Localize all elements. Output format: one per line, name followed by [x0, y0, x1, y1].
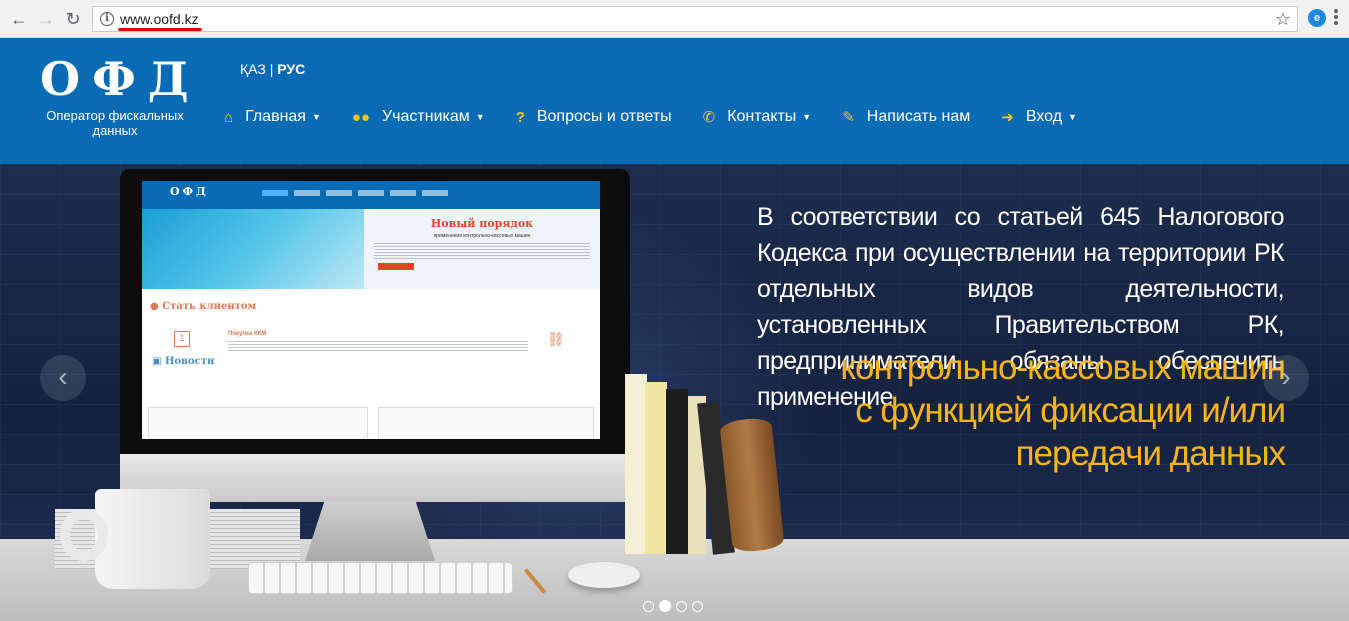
- home-icon: ⌂: [224, 108, 234, 126]
- screen-news-title: ▣ Новости: [152, 356, 215, 367]
- slider-dot[interactable]: [692, 600, 703, 612]
- screen-news-title-text: Новости: [164, 356, 215, 367]
- hero-accent-line: контрольно-кассовых машин: [840, 348, 1286, 387]
- keyboard-image: [248, 562, 513, 594]
- screen-section-title-text: Стать клиентом: [162, 301, 257, 312]
- screen-slide-subtitle: применения контрольно-кассовых машин: [433, 233, 531, 239]
- book-image: [625, 374, 647, 554]
- caret-down-icon: ▼: [1068, 112, 1077, 122]
- extension-icon[interactable]: e: [1308, 9, 1326, 27]
- forward-arrow-icon[interactable]: →: [35, 8, 57, 30]
- sign-in-icon: ➜: [1001, 109, 1014, 126]
- slider-dots: [643, 600, 703, 612]
- mouse-image: [568, 562, 640, 588]
- logo-subtitle: Оператор фискальных данных: [46, 108, 184, 138]
- nav-item-participants[interactable]: ●● Участникам ▼: [352, 108, 485, 126]
- menu-icon[interactable]: [1333, 8, 1339, 28]
- mug-image: [95, 489, 210, 589]
- lang-rus-link[interactable]: РУС: [277, 61, 305, 77]
- slider-dot[interactable]: [643, 600, 654, 612]
- screen-nav: [262, 190, 448, 196]
- edit-icon: ✎: [842, 109, 855, 126]
- url-text[interactable]: www.oofd.kz: [120, 11, 199, 27]
- nav-item-label: Участникам: [382, 108, 470, 125]
- nav-item-label: Контакты: [727, 108, 797, 125]
- screen-slide: Новый порядок применения контрольно-касс…: [142, 209, 600, 289]
- question-icon: ?: [515, 108, 525, 126]
- slider-dot[interactable]: [676, 600, 687, 612]
- screen-slide-text: [374, 243, 590, 259]
- screen-news-card: [378, 407, 594, 439]
- nav-item-write-us[interactable]: ✎ Написать нам: [842, 108, 970, 126]
- screen-logo: ОФД: [170, 185, 209, 198]
- screen-section-title: ● Стать клиентом: [150, 301, 257, 312]
- monitor-stand: [305, 501, 435, 561]
- book-image: [645, 382, 667, 554]
- screen-header: ОФД: [142, 181, 600, 209]
- hero-accent-line: с функцией фиксации и/или: [855, 391, 1286, 430]
- nav-item-home[interactable]: ⌂ Главная ▼: [224, 108, 321, 126]
- nav-item-label: Вход: [1025, 108, 1063, 125]
- screen-step-number: 1: [174, 331, 190, 347]
- screen-slide-title: Новый порядок: [430, 217, 534, 230]
- cart-icon: ⛓: [547, 331, 565, 347]
- caret-down-icon: ▼: [311, 112, 321, 122]
- book-image: [666, 389, 688, 554]
- screen-step-title: Покупка ККМ: [228, 331, 267, 337]
- lang-separator: |: [269, 61, 274, 77]
- hero-accent-text: контрольно-кассовых машин с функцией фик…: [760, 346, 1286, 475]
- back-arrow-icon[interactable]: ←: [8, 8, 30, 30]
- caret-down-icon: ▼: [475, 112, 485, 122]
- nav-item-login[interactable]: ➜ Вход ▼: [1001, 108, 1077, 126]
- nav-item-faq[interactable]: ? Вопросы и ответы: [516, 108, 672, 126]
- mug-handle: [60, 509, 108, 561]
- site-header: ОФД Оператор фискальных данных ҚАЗ | РУС…: [0, 38, 1349, 164]
- info-icon[interactable]: i: [100, 12, 114, 26]
- slider-dot-active[interactable]: [659, 600, 671, 612]
- main-nav: ⌂ Главная ▼ ●● Участникам ▼ ? Вопросы и …: [224, 108, 1108, 126]
- screen-news-card: [148, 407, 368, 439]
- monitor-image: ОФД Новый порядок применения контрольно-…: [120, 169, 630, 469]
- slider-prev-button[interactable]: ‹: [40, 355, 86, 401]
- screen-slide-image: [142, 209, 364, 289]
- monitor-screen: ОФД Новый порядок применения контрольно-…: [142, 181, 600, 439]
- language-switcher: ҚАЗ | РУС: [240, 61, 305, 77]
- star-icon[interactable]: ☆: [1275, 9, 1291, 30]
- reload-icon[interactable]: ↻: [62, 8, 84, 30]
- logo-title[interactable]: ОФД: [40, 52, 201, 106]
- slider-next-button[interactable]: ›: [1263, 355, 1309, 401]
- address-bar[interactable]: i www.oofd.kz ☆: [92, 6, 1298, 32]
- hero-accent-line: передачи данных: [1015, 434, 1286, 473]
- screen-slide-button: [378, 263, 414, 270]
- url-underline: [118, 28, 202, 31]
- browser-toolbar: ← → ↻ i www.oofd.kz ☆ e: [0, 0, 1349, 38]
- hero-slider: ОФД Новый порядок применения контрольно-…: [0, 164, 1349, 621]
- nav-item-contacts[interactable]: ✆ Контакты ▼: [703, 108, 812, 126]
- nav-item-label: Главная: [245, 108, 306, 125]
- lang-kaz-link[interactable]: ҚАЗ: [240, 61, 266, 77]
- nav-item-label: Написать нам: [866, 108, 971, 125]
- caret-down-icon: ▼: [802, 112, 812, 122]
- nav-item-label: Вопросы и ответы: [536, 108, 672, 125]
- phone-icon: ✆: [702, 109, 716, 126]
- users-icon: ●●: [351, 108, 371, 126]
- screen-step-text: [228, 341, 528, 353]
